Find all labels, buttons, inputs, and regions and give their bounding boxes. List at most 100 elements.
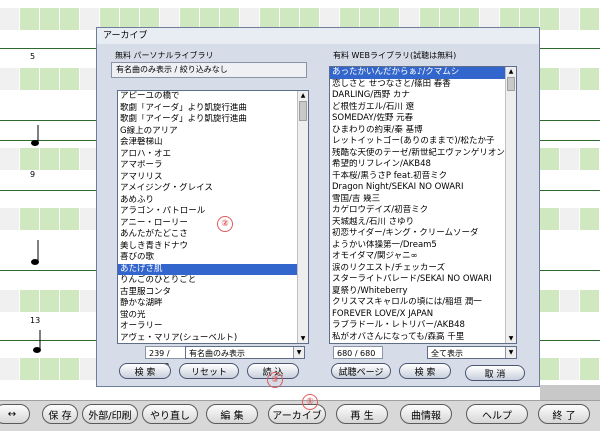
song-list-item[interactable]: Dragon Night/SEKAI NO OWARI [330, 182, 516, 194]
annotation-badge-2: ② [217, 216, 233, 232]
grid-cell [580, 8, 600, 30]
song-list-item[interactable]: 歌劇「アイーダ」より凱旋行進曲 [118, 114, 308, 126]
grid-cell [560, 148, 580, 170]
song-list-item[interactable]: ラブラドール・レトリバー/AKB48 [330, 320, 516, 332]
grid-cell [560, 208, 580, 230]
web-library-pane: 有料 WEBライブラリ(試聴は無料) [321, 50, 533, 62]
song-list-item[interactable]: ど根性ガエル/石川 遼 [330, 102, 516, 114]
toolbar-button[interactable]: 終 了 [538, 404, 590, 424]
song-list-item[interactable]: 恋唄しようよ/吉田 拓郎 [330, 343, 516, 344]
song-list-item[interactable]: 静かな湖畔 [118, 298, 308, 310]
web-song-list[interactable]: あったかいんだからぁ♪/クマムシ 恋しさと せつなさと/篠田 春香 DARLING/… [329, 66, 517, 344]
grid-cell [540, 68, 560, 90]
song-list-item[interactable]: スターライトパレード/SEKAI NO OWARI [330, 274, 516, 286]
note-head [31, 259, 39, 265]
song-list-item[interactable]: 初恋サイダー/キング・クリームソーダ [330, 228, 516, 240]
song-list-item[interactable]: 残酷な天使のテーゼ/新世紀エヴァンゲリオン [330, 148, 516, 160]
chevron-down-icon: ▼ [293, 347, 304, 358]
song-list-item[interactable]: カゲロウデイズ/初音ミク [330, 205, 516, 217]
grid-cell [540, 8, 560, 30]
song-list-item[interactable]: ようかい体操第一/Dream5 [330, 240, 516, 252]
song-list-item[interactable]: オーラリー [118, 321, 308, 333]
toolbar-button[interactable]: 曲情報 [400, 404, 452, 424]
grid-cell [580, 208, 600, 230]
trial-page-button[interactable]: 試聴ページ [331, 363, 391, 379]
web-search-button[interactable]: 検 索 [399, 363, 451, 379]
song-list-item[interactable]: 希望的リフレイン/AKB48 [330, 159, 516, 171]
toolbar-button[interactable]: 再 生 [336, 404, 388, 424]
grid-cell [540, 290, 560, 312]
toolbar-button[interactable]: ヘルプ [466, 404, 528, 424]
song-list-item[interactable]: 美しき青きドナウ [118, 241, 308, 253]
song-list-item[interactable]: レットイットゴー(ありのままで)/松たか子 [330, 136, 516, 148]
song-list-item[interactable]: 千本桜/黒うさP feat.初音ミク [330, 171, 516, 183]
song-list-item[interactable]: あたげさ肌 [118, 263, 308, 275]
note-head [33, 347, 41, 353]
song-list-item[interactable]: あったかいんだからぁ♪/クマムシ [330, 67, 516, 79]
web-filter-dropdown[interactable]: 全て表示 ▼ [427, 346, 517, 359]
free-library-label: 無料 パーソナルライブラリ [115, 51, 214, 60]
web-list-scrollbar[interactable]: ▲ ▼ [505, 67, 516, 343]
song-list-item[interactable]: オモイダマ/関ジャニ∞ [330, 251, 516, 263]
archive-dialog: アーカイブ 無料 パーソナルライブラリ 有名曲のみ表示 / 絞り込みなし アピー… [96, 27, 540, 388]
free-filter-value: 有名曲のみ表示 [189, 349, 245, 358]
web-count: 680 / 680 [333, 346, 383, 359]
free-filter-dropdown[interactable]: 有名曲のみ表示 ▼ [185, 346, 305, 359]
filter-status: 有名曲のみ表示 / 絞り込みなし [111, 62, 307, 78]
song-list-item[interactable]: DARLING/西野 カナ [330, 90, 516, 102]
dialog-title: アーカイブ [97, 28, 539, 44]
grid-cell [580, 148, 600, 170]
song-list-item[interactable]: 恋しさと せつなさと/篠田 春香 [330, 79, 516, 91]
free-search-button[interactable]: 検 索 [119, 363, 171, 379]
song-list-item[interactable]: SOMEDAY/佐野 元春 [330, 113, 516, 125]
song-list-item[interactable]: G線上のアリア [118, 126, 308, 138]
annotation-badge-3: ③ [267, 372, 283, 388]
toolbar-button[interactable]: やり直し [142, 404, 198, 424]
grid-cell [580, 290, 600, 312]
song-list-item[interactable]: アロハ・オエ [118, 149, 308, 161]
song-list-item[interactable]: 雪国/吉 幾三 [330, 194, 516, 206]
grid-cell [580, 358, 600, 380]
song-list-item[interactable]: 蛍の光 [118, 310, 308, 322]
grid-cell [580, 68, 600, 90]
song-list-item[interactable]: アマリリス [118, 172, 308, 184]
song-list-item[interactable]: アマポーラ [118, 160, 308, 172]
grid-cell [540, 208, 560, 230]
song-list-item[interactable]: 会津磐梯山 [118, 137, 308, 149]
song-list-item[interactable]: アニー・ローリー [118, 218, 308, 230]
toolbar-button[interactable]: アーカイブ [268, 404, 326, 424]
song-list-item[interactable]: 古里服コンタ [118, 287, 308, 299]
reset-button[interactable]: リセット [179, 363, 239, 379]
free-song-list[interactable]: アピーユの橋で 歌劇「アイーダ」より凱旋行進曲 歌劇「アイーダ」より凱旋行進曲 G線上… [117, 90, 309, 344]
song-list-item[interactable]: 私がオバさんになっても/森高 千里 [330, 332, 516, 344]
song-list-item[interactable]: ひまわりの約束/秦 基博 [330, 125, 516, 137]
free-list-scrollbar[interactable]: ▲ ▼ [297, 91, 308, 343]
web-library-label: 有料 WEBライブラリ(試聴は無料) [333, 51, 457, 60]
status-corner [540, 385, 600, 400]
web-filter-value: 全て表示 [431, 349, 463, 358]
annotation-badge-1: ① [302, 394, 318, 410]
toolbar-button[interactable]: 保 存 [42, 404, 78, 424]
toolbar-button[interactable]: 編 集 [206, 404, 258, 424]
cancel-button[interactable]: 取 消 [465, 365, 525, 381]
song-list-item[interactable]: あめふり [118, 195, 308, 207]
song-list-item[interactable]: アメイジング・グレイス [118, 183, 308, 195]
song-list-item[interactable]: 夏祭り/Whiteberry [330, 286, 516, 298]
song-list-item[interactable]: アラゴン・パトロール [118, 206, 308, 218]
chevron-down-icon: ▼ [505, 347, 516, 358]
song-list-item[interactable]: クリスマスキャロルの頃には/稲垣 潤一 [330, 297, 516, 309]
toolbar-button[interactable]: 外部/印刷 [82, 404, 138, 424]
grid-cell [540, 358, 560, 380]
song-list-item[interactable]: あんたがたどこさ [118, 229, 308, 241]
toolbar-button[interactable]: ↔ [0, 404, 30, 424]
song-list-item[interactable]: 涙のリクエスト/チェッカーズ [330, 263, 516, 275]
song-list-item[interactable]: アヴェ・マリア(シューベルト) [118, 333, 308, 344]
song-list-item[interactable]: 歌劇「アイーダ」より凱旋行進曲 [118, 103, 308, 115]
song-list-item[interactable]: 喜びの歌 [118, 252, 308, 264]
note-head [31, 140, 39, 146]
grid-cell [560, 8, 580, 30]
song-list-item[interactable]: FOREVER LOVE/X JAPAN [330, 309, 516, 321]
song-list-item[interactable]: りんごのひとりごと [118, 275, 308, 287]
song-list-item[interactable]: アピーユの橋で [118, 91, 308, 103]
song-list-item[interactable]: 天城越え/石川 さゆり [330, 217, 516, 229]
